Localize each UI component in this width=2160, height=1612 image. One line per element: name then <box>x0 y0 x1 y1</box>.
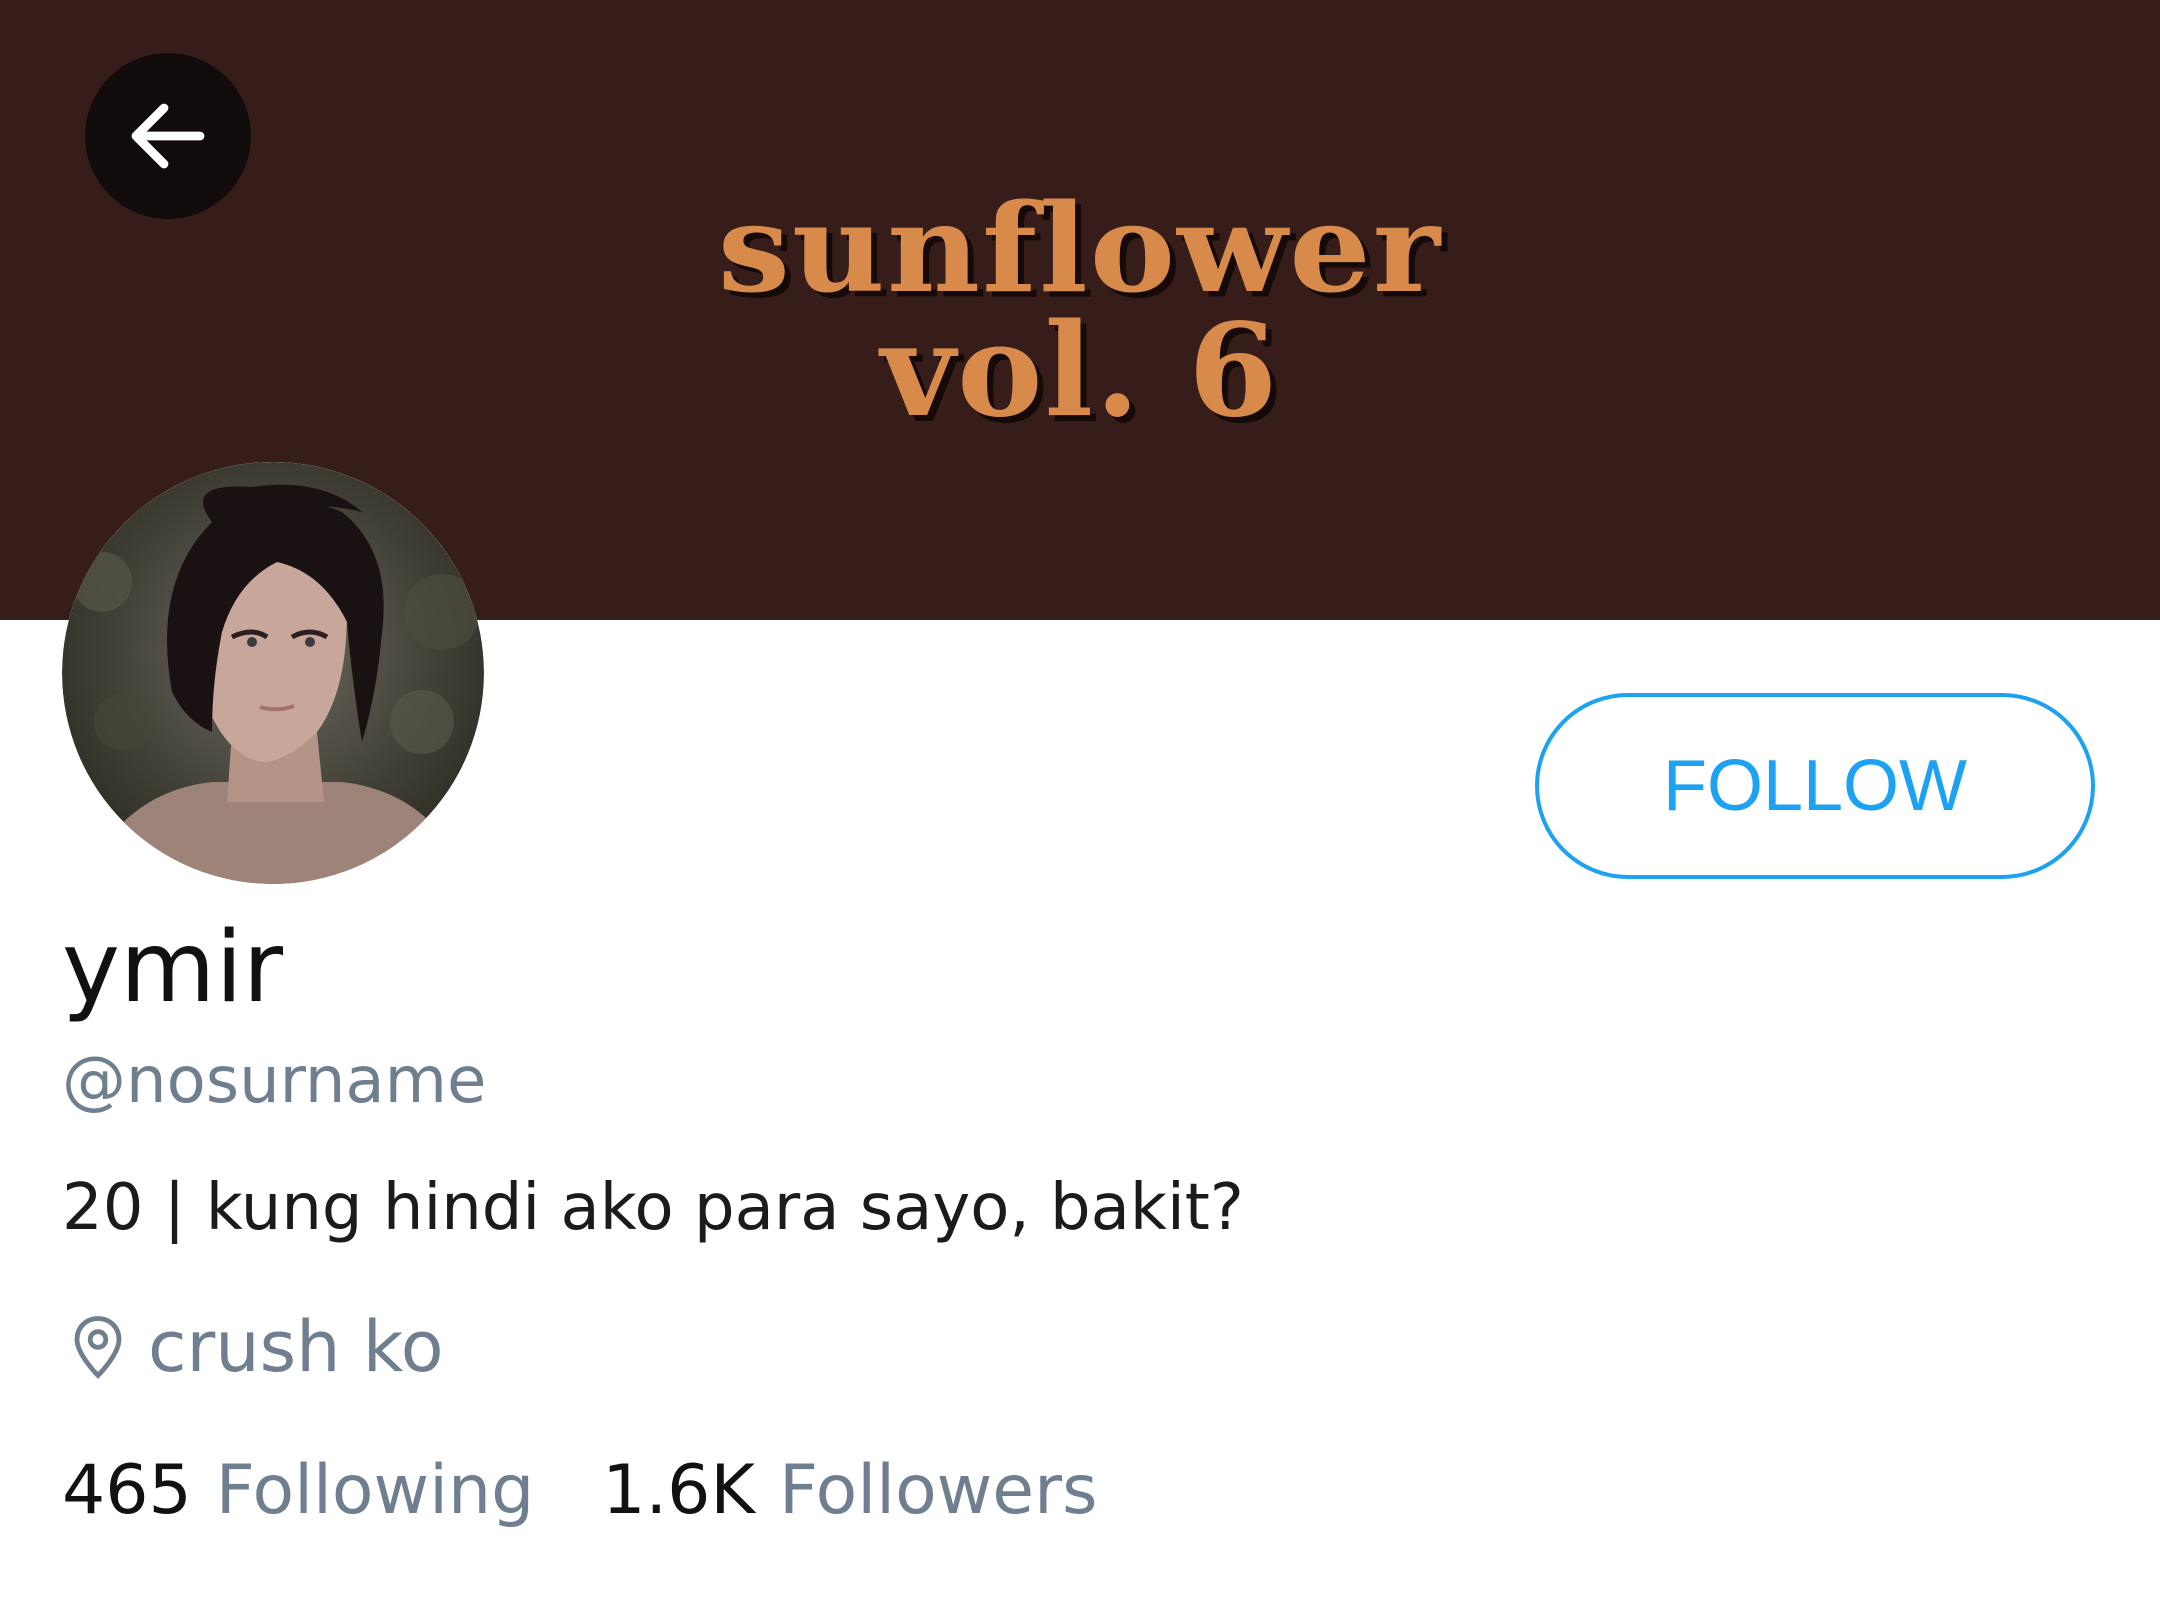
following-link[interactable]: 465 Following <box>62 1450 534 1532</box>
location-pin-icon <box>74 1316 122 1379</box>
followers-count: 1.6K <box>602 1451 755 1530</box>
banner-title-line1: sunflower <box>717 177 1443 321</box>
profile-bio: 20 | kung hindi ako para sayo, bakit? <box>62 1171 1244 1245</box>
following-count: 465 <box>62 1451 192 1530</box>
follow-button[interactable]: FOLLOW <box>1535 693 2095 879</box>
arrow-left-icon <box>131 103 205 169</box>
location-text: crush ko <box>148 1306 444 1388</box>
following-label: Following <box>215 1451 535 1530</box>
followers-label: Followers <box>778 1451 1098 1530</box>
profile-stats: 465 Following 1.6K Followers <box>62 1450 1098 1532</box>
profile-location: crush ko <box>62 1305 444 1389</box>
avatar[interactable] <box>62 462 484 884</box>
display-name: ymir <box>62 911 283 1025</box>
banner-title: sunflower vol. 6 <box>0 185 2160 435</box>
profile-avatar <box>62 462 484 884</box>
followers-link[interactable]: 1.6K Followers <box>602 1450 1097 1532</box>
banner-title-line2: vol. 6 <box>880 296 1280 446</box>
user-handle: @nosurname <box>62 1044 487 1118</box>
